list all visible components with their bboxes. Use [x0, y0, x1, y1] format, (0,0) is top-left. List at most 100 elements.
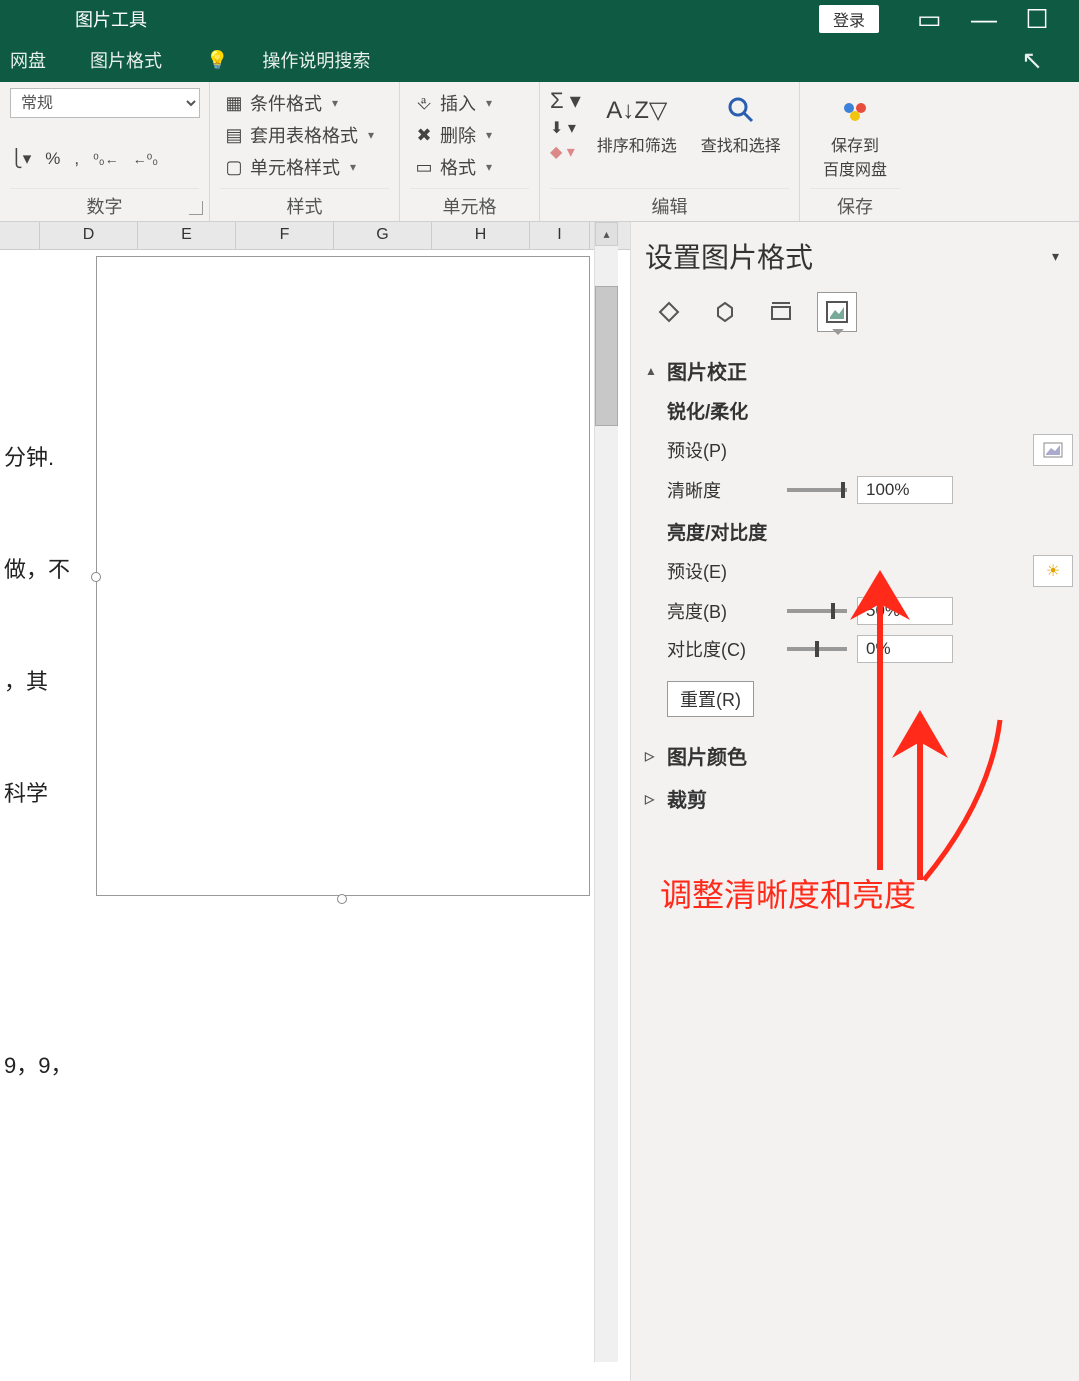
- table-format-icon: ▤: [224, 125, 244, 145]
- col-header[interactable]: D: [40, 222, 138, 249]
- col-header[interactable]: E: [138, 222, 236, 249]
- delete-button[interactable]: ✖删除▾: [410, 120, 529, 150]
- group-label-styles: 样式: [220, 188, 389, 219]
- tab-picture-icon[interactable]: [817, 292, 857, 332]
- sharpness-slider[interactable]: [787, 488, 847, 492]
- section-header-corrections[interactable]: ▲图片校正: [645, 356, 1079, 385]
- fill-icon[interactable]: ⬇ ▾: [550, 118, 581, 138]
- clear-icon[interactable]: ◆ ▾: [550, 142, 581, 162]
- col-sep[interactable]: [0, 222, 40, 249]
- sort-filter-button[interactable]: A↓Z▽ 排序和筛选: [589, 88, 685, 184]
- triangle-right-icon: ▷: [645, 792, 659, 806]
- scroll-up-icon[interactable]: ▴: [595, 222, 618, 246]
- context-title: 图片工具: [75, 6, 147, 32]
- cursor-icon: ↖: [1021, 45, 1043, 76]
- group-label-number: 数字: [10, 188, 199, 219]
- group-label-save: 保存: [810, 188, 900, 219]
- triangle-down-icon: ▲: [645, 364, 659, 378]
- pane-tabs: [645, 286, 1079, 332]
- sun-icon: ☀: [1046, 561, 1060, 581]
- ribbon-group-number: 常规 ⎩▾ % , ⁰₀← ←⁰₀ 数字: [0, 82, 210, 221]
- save-baidu-button[interactable]: 保存到 百度网盘: [810, 88, 900, 184]
- sharpness-input[interactable]: [857, 476, 953, 504]
- format-icon: ▭: [414, 157, 434, 177]
- contrast-slider[interactable]: [787, 647, 847, 651]
- number-buttons: ⎩▾ % , ⁰₀← ←⁰₀: [10, 149, 199, 169]
- comma-button[interactable]: ,: [74, 149, 79, 169]
- lightbulb-icon: 💡: [206, 50, 228, 71]
- resize-handle-bottom[interactable]: [337, 894, 347, 904]
- tab-netdisk[interactable]: 网盘: [0, 47, 56, 73]
- window-controls: ▭ — ☐: [917, 4, 1079, 35]
- column-headers: D E F G H I: [0, 222, 630, 250]
- tell-me-search[interactable]: 操作说明搜索: [252, 47, 380, 73]
- insert-button[interactable]: ⎀插入▾: [410, 88, 529, 118]
- col-header[interactable]: G: [334, 222, 432, 249]
- col-header[interactable]: F: [236, 222, 334, 249]
- cell-style-icon: ▢: [224, 157, 244, 177]
- expand-icon[interactable]: [189, 201, 203, 215]
- preset-p-label: 预设(P): [667, 437, 777, 463]
- resize-handle-left[interactable]: [91, 572, 101, 582]
- section-corrections: ▲图片校正 锐化/柔化 预设(P) 清晰度 亮度/对比度 预设(E) ☀ 亮度(…: [645, 356, 1079, 717]
- section-crop: ▷裁剪: [645, 784, 1079, 813]
- ribbon-group-save: 保存到 百度网盘 保存: [800, 82, 910, 221]
- decrease-decimal-button[interactable]: ←⁰₀: [133, 151, 158, 168]
- section-header-color[interactable]: ▷图片颜色: [645, 741, 1079, 770]
- maximize-icon[interactable]: ☐: [1025, 4, 1049, 35]
- tab-size-icon[interactable]: [761, 292, 801, 332]
- accounting-button[interactable]: ⎩▾: [10, 149, 31, 169]
- sort-filter-icon: A↓Z▽: [619, 92, 655, 128]
- login-button[interactable]: 登录: [819, 5, 879, 33]
- brightness-slider[interactable]: [787, 609, 847, 613]
- percent-button[interactable]: %: [45, 149, 60, 169]
- baidu-icon: [837, 92, 873, 128]
- vertical-scrollbar[interactable]: ▴: [594, 222, 618, 1362]
- cond-format-icon: ▦: [224, 93, 244, 113]
- group-label-cells: 单元格: [410, 188, 529, 219]
- left-cell-fragments: 分钟. 做，不 ，其 科学 9，9，: [0, 250, 72, 1160]
- pane-title: 设置图片格式 ▾: [645, 236, 1079, 286]
- triangle-right-icon: ▷: [645, 749, 659, 763]
- tab-picture-format[interactable]: 图片格式: [80, 47, 172, 73]
- ribbon-group-styles: ▦条件格式▾ ▤套用表格格式▾ ▢单元格样式▾ 样式: [210, 82, 400, 221]
- format-picture-pane: 设置图片格式 ▾ ▲图片校正 锐化/柔化 预设(P) 清晰度 亮度/对比度 预设…: [630, 222, 1079, 1381]
- sharpen-soften-label: 锐化/柔化: [667, 397, 1079, 424]
- magnify-icon: [723, 92, 759, 128]
- number-format-select[interactable]: 常规: [10, 88, 200, 118]
- ribbon-options-icon[interactable]: ▭: [917, 4, 941, 35]
- tab-fill-icon[interactable]: [649, 292, 689, 332]
- insert-icon: ⎀: [414, 93, 434, 113]
- tab-effects-icon[interactable]: [705, 292, 745, 332]
- col-header[interactable]: H: [432, 222, 530, 249]
- brightness-contrast-label: 亮度/对比度: [667, 518, 1079, 545]
- minimize-icon[interactable]: —: [971, 4, 995, 35]
- table-format-button[interactable]: ▤套用表格格式▾: [220, 120, 389, 150]
- pane-menu-icon[interactable]: ▾: [1052, 248, 1059, 265]
- scroll-thumb[interactable]: [595, 286, 618, 426]
- sharpness-label: 清晰度: [667, 477, 777, 503]
- brightness-label: 亮度(B): [667, 598, 777, 624]
- section-header-crop[interactable]: ▷裁剪: [645, 784, 1079, 813]
- brightness-input[interactable]: [857, 597, 953, 625]
- increase-decimal-button[interactable]: ⁰₀←: [93, 151, 118, 168]
- tab-bar: 网盘 图片格式 💡 操作说明搜索 ↖: [0, 38, 1079, 82]
- preset-e-label: 预设(E): [667, 558, 777, 584]
- col-header[interactable]: I: [530, 222, 590, 249]
- section-color: ▷图片颜色: [645, 741, 1079, 770]
- find-select-button[interactable]: 查找和选择: [693, 88, 789, 184]
- conditional-format-button[interactable]: ▦条件格式▾: [220, 88, 389, 118]
- delete-icon: ✖: [414, 125, 434, 145]
- reset-button[interactable]: 重置(R): [667, 681, 754, 717]
- group-label-editing: 编辑: [550, 188, 789, 219]
- annotation-text: 调整清晰度和亮度: [660, 870, 916, 916]
- inserted-picture[interactable]: [96, 256, 590, 896]
- autosum-icon[interactable]: Σ ▾: [550, 88, 581, 114]
- preset-brightness-button[interactable]: ☀: [1033, 555, 1073, 587]
- format-button[interactable]: ▭格式▾: [410, 152, 529, 182]
- cell-style-button[interactable]: ▢单元格样式▾: [220, 152, 389, 182]
- preset-sharpen-button[interactable]: [1033, 434, 1073, 466]
- ribbon: 常规 ⎩▾ % , ⁰₀← ←⁰₀ 数字 ▦条件格式▾ ▤套用表格格式▾ ▢单元…: [0, 82, 1079, 222]
- contrast-input[interactable]: [857, 635, 953, 663]
- ribbon-group-editing: Σ ▾ ⬇ ▾ ◆ ▾ A↓Z▽ 排序和筛选 查找和选择 编辑: [540, 82, 800, 221]
